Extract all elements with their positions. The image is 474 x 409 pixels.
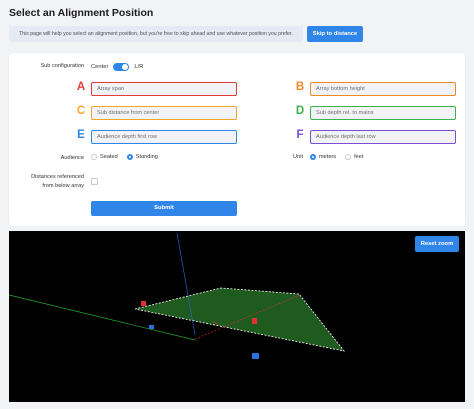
page-title: Select an Alignment Position [9,7,154,19]
audience-seated-radio[interactable] [91,154,97,160]
letter-d: D [295,105,305,117]
distances-label-line1: Distances referenced [31,174,84,180]
unit-label: Unit [293,154,303,160]
sub-speaker-right-marker [252,353,259,359]
sub-config-label: Sub configuration [40,63,84,69]
audience-seated-label: Seated [100,154,118,160]
main-speaker-left-marker [141,301,146,306]
letter-a: A [76,81,86,93]
audience-depth-first-row-input[interactable] [91,130,237,144]
sub-speaker-left-marker [149,325,154,329]
audience-radio-group: Seated Standing [91,154,158,160]
sub-distance-input[interactable] [91,106,237,120]
audience-plane [134,287,345,352]
toggle-knob [122,64,129,70]
audience-label: Audience [60,155,84,161]
main-speaker-right-marker [252,318,257,324]
unit-feet-label: feet [354,154,364,160]
distances-checkbox[interactable] [91,178,98,185]
audience-standing-label: Standing [135,154,158,160]
array-span-input[interactable] [91,82,237,96]
unit-feet-radio[interactable] [345,154,352,160]
audience-depth-last-row-input[interactable] [310,130,456,144]
submit-button[interactable]: Submit [91,201,237,216]
y-axis-line [176,232,196,336]
audience-standing-radio[interactable] [126,154,133,160]
3d-viewport[interactable] [9,231,465,402]
letter-c: C [76,105,86,117]
array-bottom-height-input[interactable] [310,82,456,96]
sub-config-toggle[interactable] [113,63,130,71]
reset-zoom-button[interactable]: Reset zoom [415,236,459,252]
letter-e: E [77,129,85,141]
scene-svg [9,232,345,359]
sub-config-row: Center L/R [91,62,143,72]
sub-config-lr-label: L/R [134,64,144,70]
unit-meters-radio[interactable] [310,154,316,160]
skip-to-distance-button[interactable]: Skip to distance [307,26,363,42]
distances-label-line2: from below array [42,183,84,189]
letter-f: F [296,129,304,141]
unit-radio-group: meters feet [310,154,363,160]
letter-b: B [295,81,305,93]
unit-meters-label: meters [319,154,337,160]
info-bar: This page will help you select an alignm… [9,26,303,42]
sub-depth-input[interactable] [310,106,456,120]
sub-config-center-label: Center [91,64,109,70]
